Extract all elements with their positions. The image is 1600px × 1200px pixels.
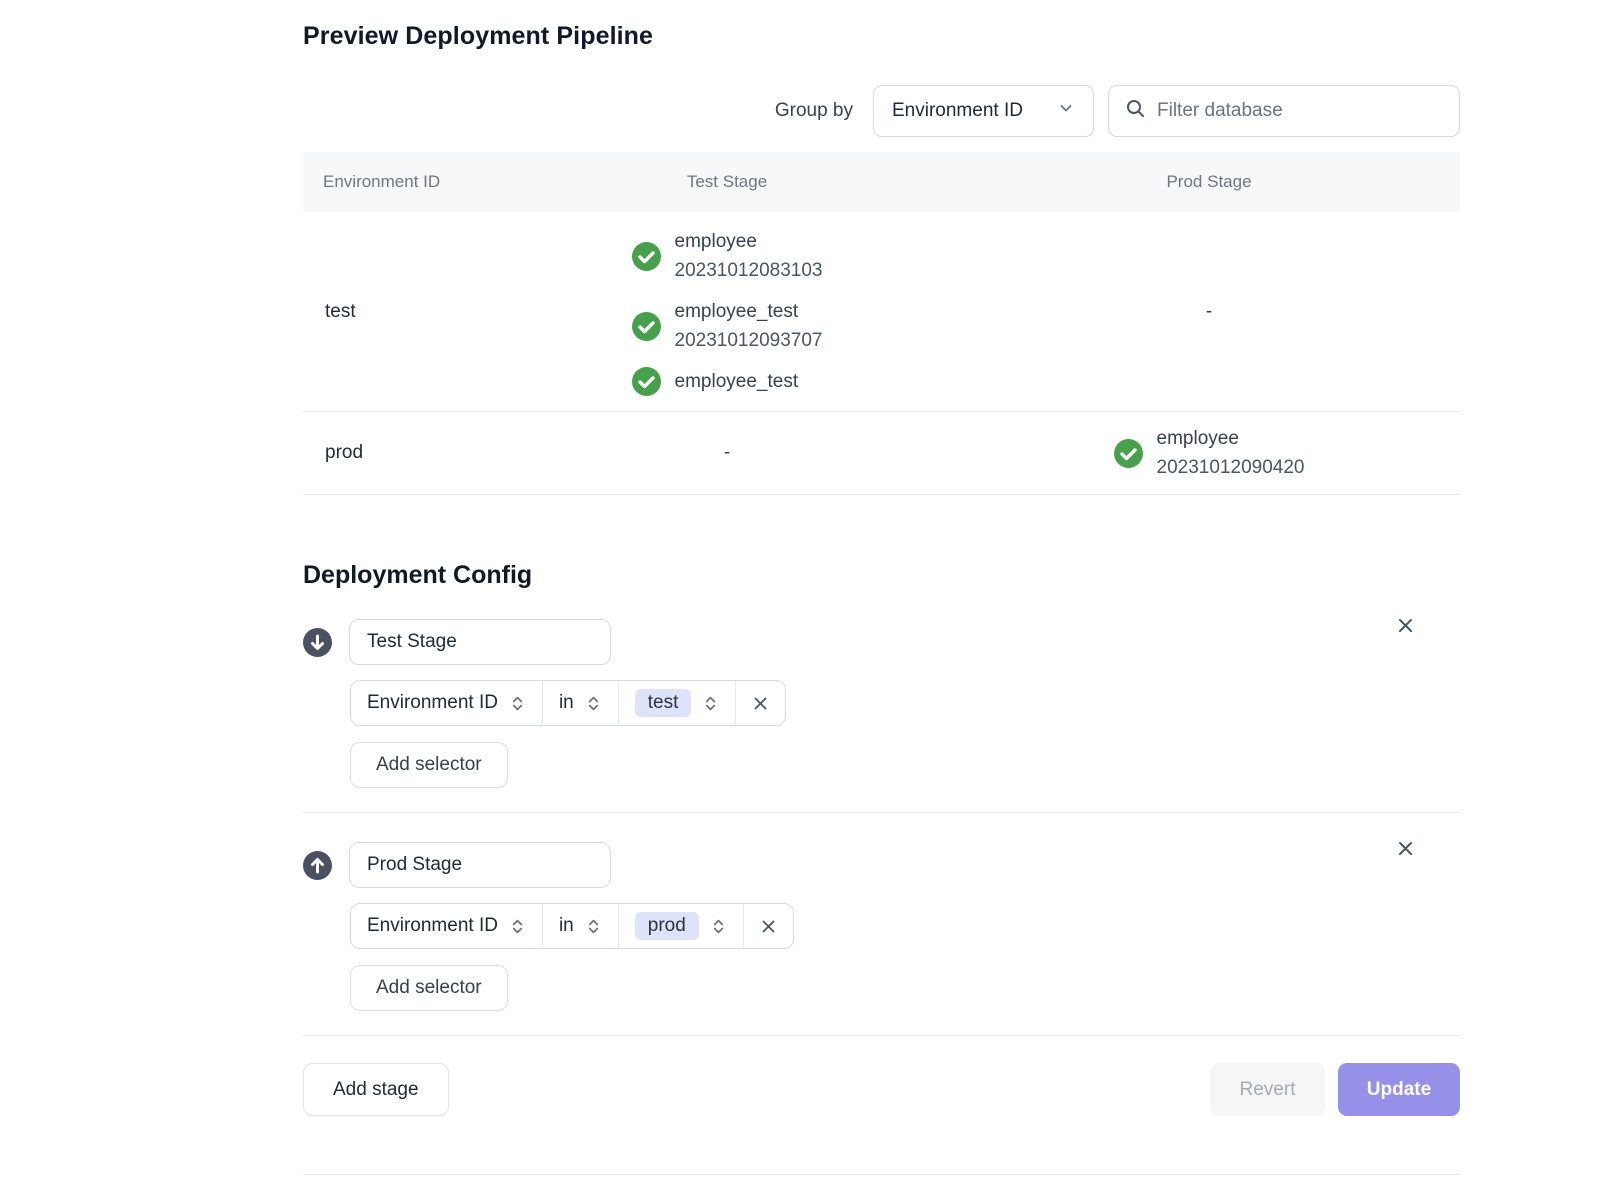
remove-stage-button[interactable] [1391, 834, 1420, 866]
deployment-list: employee 20231012090420 [1114, 424, 1305, 482]
deployment-name: employee_test [675, 367, 799, 396]
selector-group: Environment ID in test [350, 680, 786, 726]
stage-header [303, 842, 1460, 888]
deployment-text: employee_test [675, 367, 799, 396]
main-content: Preview Deployment Pipeline Group by Env… [303, 0, 1460, 1175]
selector-operator-select[interactable]: in [543, 681, 619, 725]
unfold-icon [702, 695, 719, 712]
selector-key-select[interactable]: Environment ID [351, 904, 543, 948]
deployment-text: employee_test 20231012093707 [675, 297, 823, 355]
prod-stage-cell-empty: - [958, 301, 1460, 323]
filter-database-field [1108, 85, 1460, 137]
search-icon [1125, 98, 1146, 124]
selector-value-pill: test [635, 689, 692, 717]
prod-stage-cell: employee 20231012090420 [958, 424, 1460, 482]
deployment-version: 20231012093707 [675, 326, 823, 355]
deployment-text: employee 20231012083103 [675, 227, 823, 285]
stage-config-prod: Environment ID in prod Add selector [303, 842, 1460, 1036]
stage-name-input[interactable] [349, 619, 611, 665]
deployment-version: 20231012083103 [675, 256, 823, 285]
test-stage-cell-empty: - [496, 442, 958, 464]
unfold-icon [509, 918, 526, 935]
environment-id-cell: test [303, 301, 496, 323]
deployment-item: employee_test 20231012093707 [632, 297, 823, 355]
selector-value-select[interactable]: prod [619, 904, 744, 948]
remove-selector-button[interactable] [744, 904, 793, 948]
deployment-version: 20231012090420 [1157, 453, 1305, 482]
success-check-icon [632, 242, 661, 271]
deployment-list: employee 20231012083103 employee_test 20… [632, 227, 823, 396]
selector-value-select[interactable]: test [619, 681, 737, 725]
stage-name-input[interactable] [349, 842, 611, 888]
selector-operator-value: in [559, 915, 574, 937]
selector-key-value: Environment ID [367, 915, 498, 937]
selector-operator-value: in [559, 692, 574, 714]
stage-config-test: Environment ID in test Add selector [303, 619, 1460, 813]
deployment-name: employee [675, 227, 823, 256]
deployment-item: employee_test [632, 367, 823, 396]
selector-row: Environment ID in prod [350, 903, 1460, 949]
deployment-name: employee [1157, 424, 1305, 453]
unfold-icon [509, 695, 526, 712]
close-icon [751, 694, 770, 713]
group-by-select[interactable]: Environment ID [873, 85, 1094, 137]
success-check-icon [1114, 439, 1143, 468]
selector-group: Environment ID in prod [350, 903, 794, 949]
test-stage-cell: employee 20231012083103 employee_test 20… [496, 227, 958, 396]
deployment-name: employee_test [675, 297, 823, 326]
unfold-icon [585, 918, 602, 935]
page-title: Preview Deployment Pipeline [303, 22, 1460, 51]
remove-stage-button[interactable] [1391, 611, 1420, 643]
deployment-item: employee 20231012083103 [632, 227, 823, 285]
pipeline-toolbar: Group by Environment ID [303, 85, 1460, 137]
chevron-down-icon [1057, 99, 1075, 123]
environment-id-cell: prod [303, 442, 496, 464]
stage-header [303, 619, 1460, 665]
revert-button[interactable]: Revert [1210, 1063, 1325, 1116]
add-stage-button[interactable]: Add stage [303, 1063, 449, 1116]
add-selector-button[interactable]: Add selector [350, 742, 508, 788]
close-icon [759, 917, 778, 936]
footer-actions: Add stage Revert Update [303, 1063, 1460, 1116]
pipeline-table: Environment ID Test Stage Prod Stage tes… [303, 152, 1460, 495]
bottom-divider [303, 1174, 1460, 1175]
group-by-value: Environment ID [892, 100, 1023, 122]
selector-value-pill: prod [635, 912, 699, 940]
column-header-prod-stage: Prod Stage [958, 172, 1460, 192]
table-row-test: test employee 20231012083103 [303, 212, 1460, 412]
column-header-test-stage: Test Stage [496, 172, 958, 192]
unfold-icon [710, 918, 727, 935]
selector-key-value: Environment ID [367, 692, 498, 714]
add-selector-button[interactable]: Add selector [350, 965, 508, 1011]
column-header-environment-id: Environment ID [303, 172, 496, 192]
unfold-icon [585, 695, 602, 712]
deployment-item: employee 20231012090420 [1114, 424, 1305, 482]
arrow-up-circle-icon [303, 851, 332, 880]
filter-database-input[interactable] [1157, 100, 1443, 122]
pipeline-table-header: Environment ID Test Stage Prod Stage [303, 152, 1460, 212]
selector-row: Environment ID in test [350, 680, 1460, 726]
selector-operator-select[interactable]: in [543, 904, 619, 948]
table-row-prod: prod - employee 20231012090420 [303, 412, 1460, 495]
success-check-icon [632, 367, 661, 396]
arrow-down-circle-icon [303, 628, 332, 657]
success-check-icon [632, 312, 661, 341]
deployment-text: employee 20231012090420 [1157, 424, 1305, 482]
selector-key-select[interactable]: Environment ID [351, 681, 543, 725]
update-button[interactable]: Update [1338, 1063, 1460, 1116]
deployment-config-title: Deployment Config [303, 561, 1460, 590]
remove-selector-button[interactable] [736, 681, 785, 725]
group-by-label: Group by [775, 100, 853, 122]
